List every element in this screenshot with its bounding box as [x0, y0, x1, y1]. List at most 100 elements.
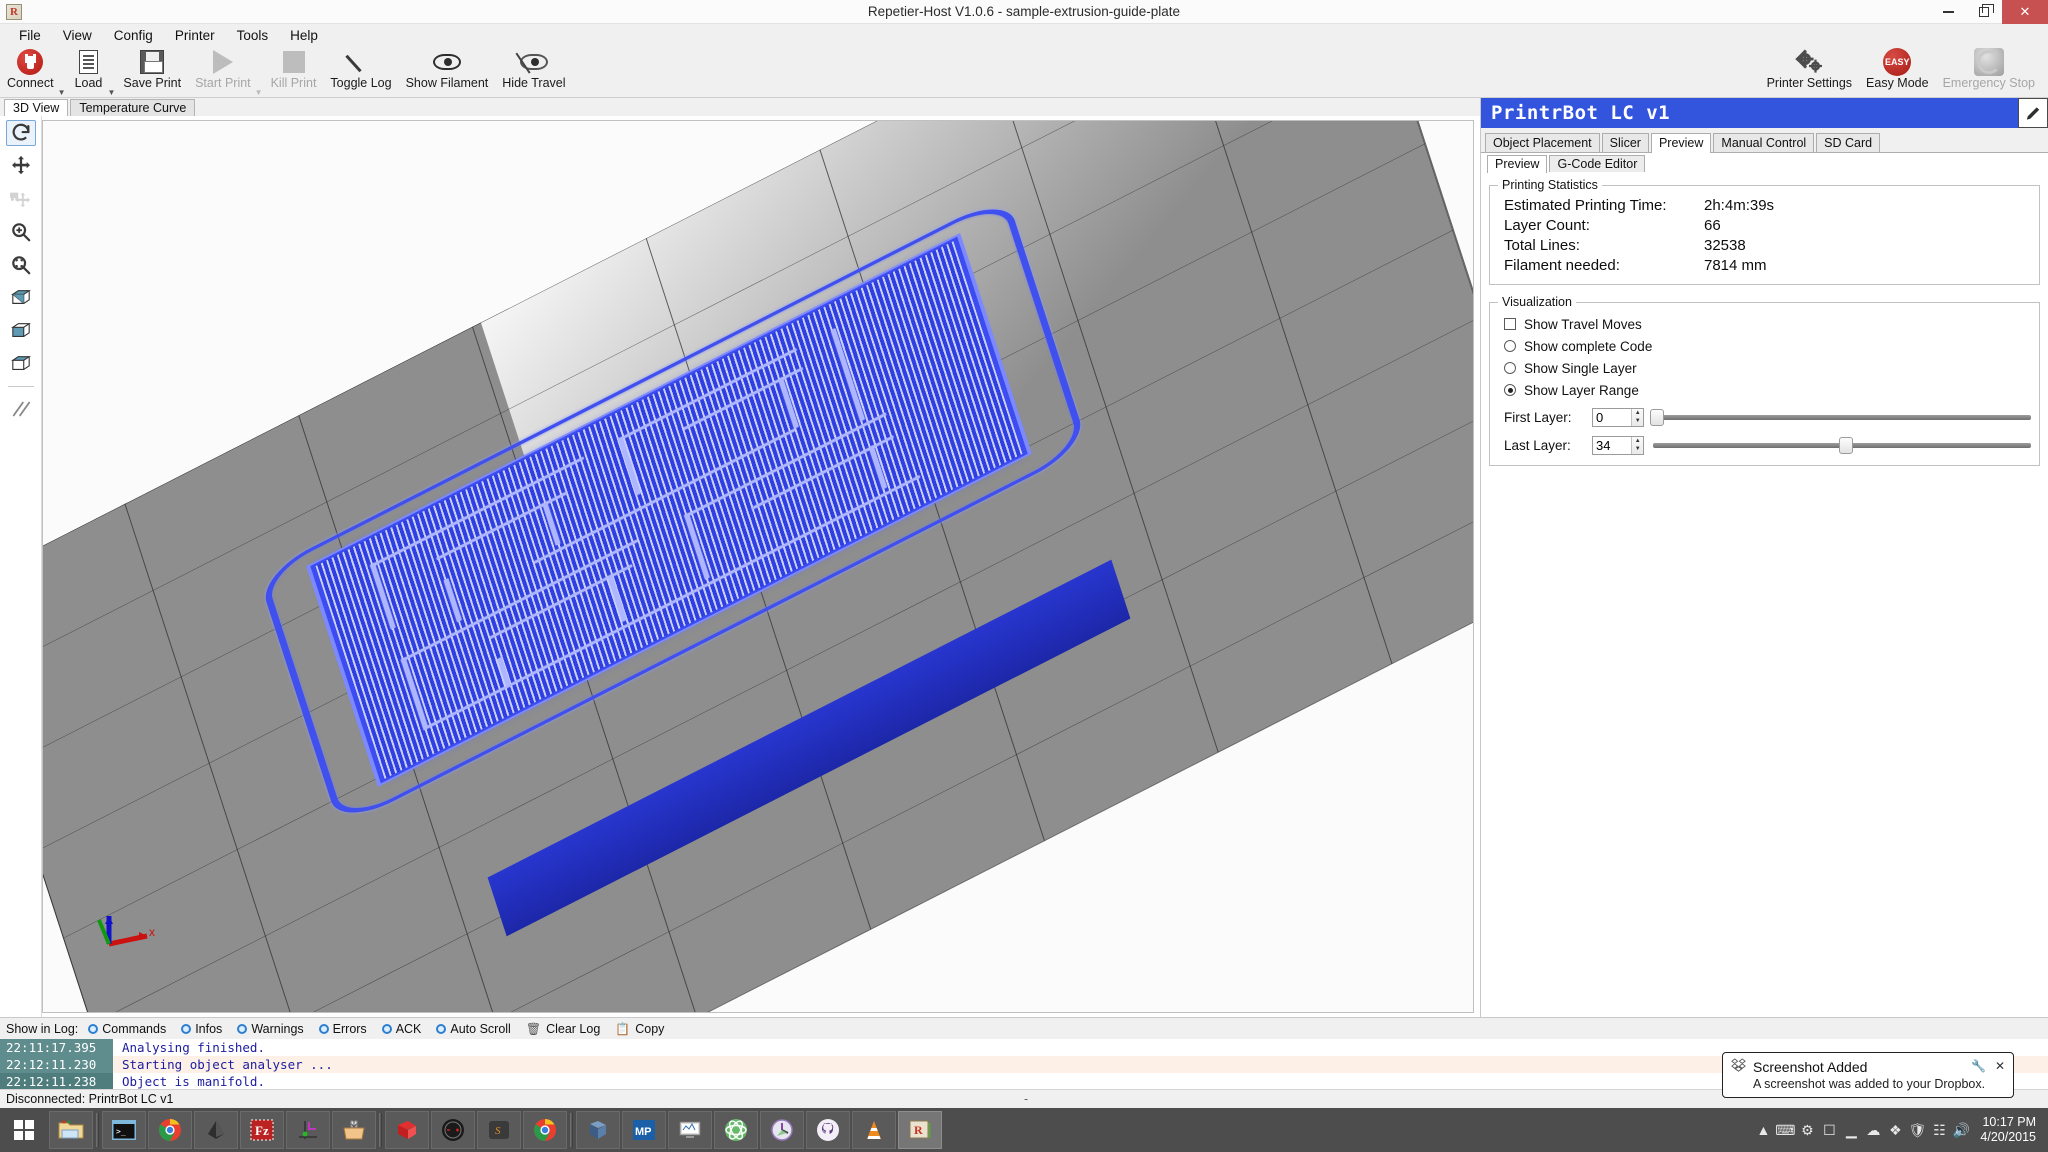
edit-printer-button[interactable] — [2018, 98, 2048, 128]
menu-tools[interactable]: Tools — [226, 26, 280, 45]
tab-slicer[interactable]: Slicer — [1602, 133, 1649, 152]
last-layer-slider[interactable] — [1653, 436, 2031, 455]
save-print-button[interactable]: Save Print — [116, 46, 188, 90]
last-layer-arrows[interactable]: ▲ ▼ — [1631, 437, 1643, 454]
view-mode-2-tool[interactable] — [6, 318, 36, 344]
command-prompt-icon[interactable]: >_ — [102, 1111, 146, 1149]
show-travel-moves-checkbox[interactable] — [1504, 318, 1516, 330]
log-filter-auto-scroll[interactable]: Auto Scroll — [436, 1022, 510, 1036]
tab-object-placement[interactable]: Object Placement — [1485, 133, 1600, 152]
show-filament-button[interactable]: Show Filament — [399, 46, 496, 90]
github-icon[interactable] — [806, 1111, 850, 1149]
zoom-tool[interactable] — [6, 219, 36, 245]
show-single-layer-radio[interactable] — [1504, 362, 1516, 374]
zoom-fit-tool[interactable] — [6, 252, 36, 278]
menu-file[interactable]: File — [8, 26, 52, 45]
chrome-window-icon[interactable] — [523, 1111, 567, 1149]
first-layer-arrows[interactable]: ▲ ▼ — [1631, 409, 1643, 426]
clear-log-button[interactable]: 🗑Clear Log — [526, 1022, 600, 1036]
chrome-icon[interactable] — [148, 1111, 192, 1149]
menu-view[interactable]: View — [52, 26, 103, 45]
view-mode-3-tool[interactable] — [6, 351, 36, 377]
view-mode-1-tool[interactable] — [6, 285, 36, 311]
last-layer-input[interactable] — [1593, 437, 1631, 454]
last-layer-slider-knob[interactable] — [1839, 437, 1853, 454]
show-layer-range-row[interactable]: Show Layer Range — [1498, 379, 2031, 401]
first-layer-up-icon[interactable]: ▲ — [1632, 409, 1643, 418]
log-filter-errors[interactable]: Errors — [319, 1022, 367, 1036]
hide-travel-button[interactable]: Hide Travel — [495, 46, 572, 90]
first-layer-down-icon[interactable]: ▼ — [1632, 417, 1643, 426]
restore-icon[interactable] — [1966, 0, 2002, 24]
filezilla-icon[interactable]: Fz — [240, 1111, 284, 1149]
last-layer-up-icon[interactable]: ▲ — [1632, 437, 1643, 446]
clock-app-icon[interactable] — [760, 1111, 804, 1149]
show-layer-range-radio[interactable] — [1504, 384, 1516, 396]
first-layer-slider-knob[interactable] — [1650, 409, 1664, 426]
signal-icon[interactable]: ▁ — [1840, 1119, 1862, 1141]
notepad-folder-icon[interactable] — [332, 1111, 376, 1149]
monitor-icon[interactable] — [668, 1111, 712, 1149]
show-single-layer-row[interactable]: Show Single Layer — [1498, 357, 2031, 379]
tab-3d-view[interactable]: 3D View — [4, 99, 68, 117]
minimize-icon[interactable] — [1930, 0, 1966, 24]
move-view-tool[interactable] — [6, 153, 36, 179]
wrench-icon[interactable]: 🔧 — [1971, 1059, 1986, 1073]
subtab-gcode-editor[interactable]: G-Code Editor — [1549, 155, 1645, 172]
mp-icon[interactable]: MP — [622, 1111, 666, 1149]
easy-mode-button[interactable]: EASY Easy Mode — [1859, 46, 1936, 90]
tray-chevron-up-icon[interactable]: ▲ — [1752, 1119, 1774, 1141]
log-filter-ack[interactable]: ACK — [382, 1022, 422, 1036]
tab-manual-control[interactable]: Manual Control — [1713, 133, 1814, 152]
shield-icon[interactable]: 🛡 — [1906, 1119, 1928, 1141]
onedrive-icon[interactable]: ☁ — [1862, 1119, 1884, 1141]
dropbox-notification[interactable]: 🔧 ✕ Screenshot Added A screenshot was ad… — [1722, 1052, 2014, 1098]
windows-start-icon[interactable] — [0, 1108, 48, 1152]
menu-help[interactable]: Help — [279, 26, 329, 45]
copy-log-button[interactable]: 📋Copy — [615, 1022, 664, 1036]
keyboard-icon[interactable]: ⌨ — [1774, 1119, 1796, 1141]
close-icon[interactable]: ✕ — [2002, 0, 2048, 24]
vlc-icon[interactable] — [852, 1111, 896, 1149]
last-layer-down-icon[interactable]: ▼ — [1632, 445, 1643, 454]
tab-preview[interactable]: Preview — [1651, 133, 1711, 153]
log-filter-warnings[interactable]: Warnings — [237, 1022, 303, 1036]
arduino-icon[interactable] — [431, 1111, 475, 1149]
3d-viewport[interactable]: x — [42, 120, 1474, 1013]
bluetooth-icon[interactable]: ⚙ — [1796, 1119, 1818, 1141]
log-filter-infos[interactable]: Infos — [181, 1022, 222, 1036]
dropbox-tray-icon[interactable]: ❖ — [1884, 1119, 1906, 1141]
toggle-log-button[interactable]: Toggle Log — [323, 46, 398, 90]
subtab-preview[interactable]: Preview — [1487, 155, 1547, 173]
taskbar-clock[interactable]: 10:17 PM 4/20/2015 — [1980, 1115, 2042, 1145]
file-explorer-pinned-icon[interactable] — [49, 1111, 93, 1149]
first-layer-stepper[interactable]: ▲ ▼ — [1592, 408, 1644, 427]
parallel-lines-tool[interactable] — [6, 396, 36, 422]
show-travel-moves-row[interactable]: Show Travel Moves — [1498, 313, 2031, 335]
tab-temperature-curve[interactable]: Temperature Curve — [70, 99, 195, 116]
first-layer-input[interactable] — [1593, 409, 1631, 426]
menu-config[interactable]: Config — [103, 26, 164, 45]
volume-icon[interactable]: 🔊 — [1950, 1119, 1972, 1141]
usb-icon[interactable]: ☷ — [1928, 1119, 1950, 1141]
kicad-icon[interactable] — [286, 1111, 330, 1149]
load-button[interactable]: Load — [66, 46, 110, 90]
close-icon[interactable]: ✕ — [1995, 1059, 2005, 1073]
menu-printer[interactable]: Printer — [164, 26, 226, 45]
log-filter-commands[interactable]: Commands — [88, 1022, 166, 1036]
inkscape-icon[interactable] — [194, 1111, 238, 1149]
network-icon[interactable]: ☐ — [1818, 1119, 1840, 1141]
connect-button[interactable]: Connect — [0, 46, 61, 90]
repetier-host-icon[interactable]: R — [898, 1111, 942, 1149]
rotate-view-tool[interactable] — [6, 120, 36, 146]
printer-settings-button[interactable]: Printer Settings — [1760, 46, 1859, 90]
last-layer-stepper[interactable]: ▲ ▼ — [1592, 436, 1644, 455]
show-complete-code-radio[interactable] — [1504, 340, 1516, 352]
atom-icon[interactable] — [714, 1111, 758, 1149]
sublime-text-icon[interactable]: S — [477, 1111, 521, 1149]
virtualbox-icon[interactable] — [576, 1111, 620, 1149]
tab-sd-card[interactable]: SD Card — [1816, 133, 1880, 152]
first-layer-slider[interactable] — [1653, 408, 2031, 427]
sketchup-icon[interactable] — [385, 1111, 429, 1149]
show-complete-code-row[interactable]: Show complete Code — [1498, 335, 2031, 357]
